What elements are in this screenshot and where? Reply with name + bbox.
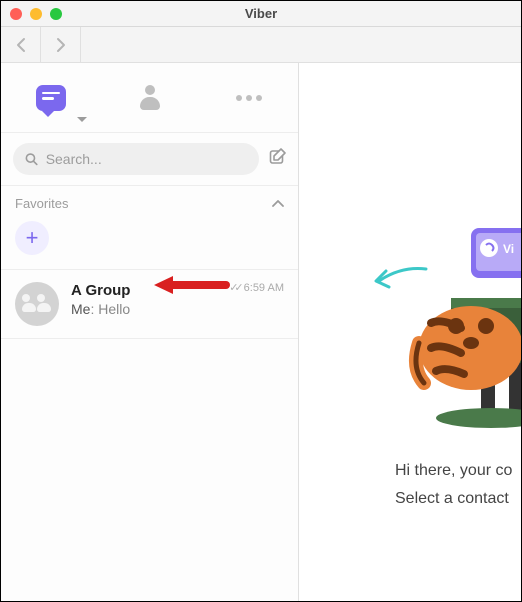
close-window-button[interactable] (10, 8, 22, 20)
chevron-left-icon (16, 37, 26, 53)
chat-item-meta: ✓✓ 6:59 AM (229, 281, 284, 294)
read-status-icon: ✓✓ (229, 281, 239, 294)
welcome-illustration: Vi (381, 223, 521, 443)
compose-button[interactable] (269, 148, 286, 170)
forward-button[interactable] (41, 27, 81, 63)
chat-list-item[interactable]: A Group Me: Hello ✓✓ 6:59 AM (1, 270, 298, 339)
maximize-window-button[interactable] (50, 8, 62, 20)
sidebar: Favorites + A Group Me: Hello ✓✓ 6:59 AM (1, 63, 299, 601)
welcome-line-1: Hi there, your co (395, 457, 521, 485)
welcome-text: Hi there, your co Select a contact (395, 457, 521, 513)
welcome-line-2: Select a contact (395, 485, 521, 513)
search-icon (25, 152, 38, 166)
content-pane: Vi Hi there, your co Select a contact (299, 63, 521, 601)
tab-chats[interactable] (21, 85, 81, 111)
window-title: Viber (1, 6, 521, 21)
svg-text:Vi: Vi (503, 242, 514, 256)
titlebar: Viber (1, 1, 521, 27)
back-button[interactable] (1, 27, 41, 63)
add-favorite-button[interactable]: + (15, 221, 49, 255)
more-icon (236, 95, 262, 101)
search-input[interactable] (46, 151, 247, 167)
favorites-header[interactable]: Favorites (15, 196, 284, 211)
sidebar-tabs (1, 63, 298, 133)
chat-item-sender: Me (71, 301, 90, 317)
search-row (1, 133, 298, 186)
window-controls (1, 8, 62, 20)
search-box[interactable] (13, 143, 259, 175)
chat-item-message: Hello (98, 301, 130, 317)
chat-item-preview: Me: Hello (71, 301, 284, 317)
chats-icon (36, 85, 66, 111)
chevron-down-icon[interactable] (77, 117, 87, 122)
tab-more[interactable] (219, 95, 279, 101)
chevron-up-icon (272, 200, 284, 208)
navigation-bar (1, 27, 521, 63)
chat-item-time: 6:59 AM (244, 282, 284, 294)
minimize-window-button[interactable] (30, 8, 42, 20)
tab-contacts[interactable] (120, 85, 180, 111)
main-area: Favorites + A Group Me: Hello ✓✓ 6:59 AM (1, 63, 521, 601)
favorites-label: Favorites (15, 196, 68, 211)
group-avatar (15, 282, 59, 326)
plus-icon: + (26, 225, 39, 251)
chevron-right-icon (56, 37, 66, 53)
compose-icon (269, 148, 286, 165)
favorites-section: Favorites + (1, 186, 298, 270)
contacts-icon (139, 85, 161, 111)
